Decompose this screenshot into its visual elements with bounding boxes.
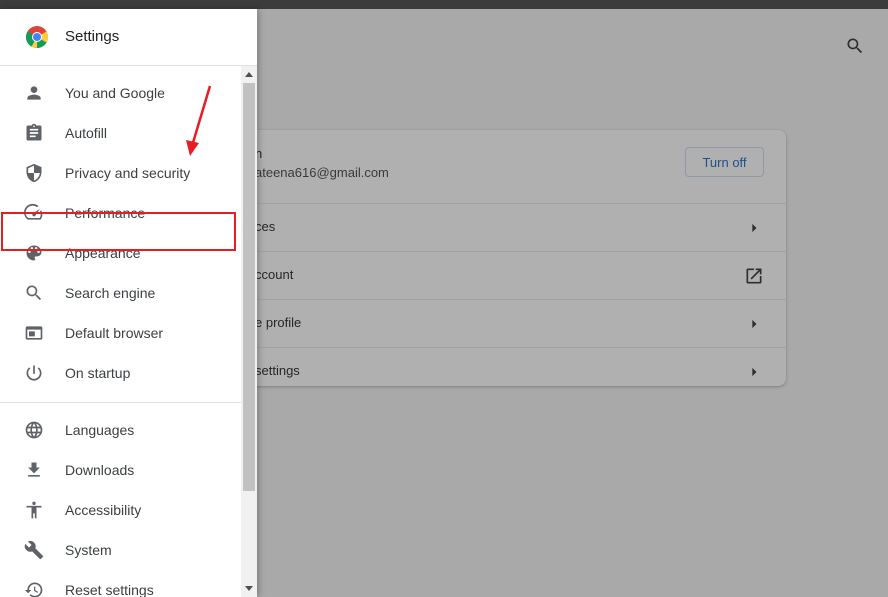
settings-nav: You and Google Autofill Privacy and secu… bbox=[0, 66, 241, 597]
globe-icon bbox=[25, 421, 43, 439]
chrome-logo-icon bbox=[26, 26, 48, 48]
person-icon bbox=[27, 86, 41, 100]
row-label: ccount bbox=[255, 267, 294, 282]
nav-label: You and Google bbox=[65, 85, 165, 101]
chrome-profile-row[interactable]: e profile bbox=[200, 299, 786, 348]
nav-item-languages[interactable]: Languages bbox=[0, 410, 241, 450]
row-label: e profile bbox=[255, 315, 302, 330]
nav-label: On startup bbox=[65, 365, 131, 381]
browser-window-icon bbox=[25, 326, 43, 340]
scroll-down-button[interactable] bbox=[241, 581, 257, 597]
nav-label: Search engine bbox=[65, 285, 156, 301]
drawer-title: Settings bbox=[65, 28, 120, 45]
row-label: ces bbox=[255, 219, 276, 234]
nav-item-privacy-and-security[interactable]: Privacy and security bbox=[0, 153, 241, 193]
nav-item-appearance[interactable]: Appearance bbox=[0, 233, 241, 273]
nav-label: Default browser bbox=[65, 325, 164, 341]
nav-item-reset-settings[interactable]: Reset settings bbox=[0, 570, 241, 597]
nav-item-default-browser[interactable]: Default browser bbox=[0, 313, 241, 353]
nav-item-accessibility[interactable]: Accessibility bbox=[0, 490, 241, 530]
row-label: settings bbox=[255, 363, 300, 378]
nav-label: Performance bbox=[65, 205, 146, 221]
google-account-row[interactable]: ccount bbox=[200, 251, 786, 300]
chevron-right-icon bbox=[752, 319, 757, 329]
import-settings-row[interactable]: settings bbox=[200, 347, 786, 396]
nav-item-performance[interactable]: Performance bbox=[0, 193, 241, 233]
nav-item-autofill[interactable]: Autofill bbox=[0, 113, 241, 153]
you-and-google-card: n ateena616@gmail.com Turn off ces ccoun… bbox=[200, 130, 786, 386]
scrollbar-thumb[interactable] bbox=[243, 83, 255, 491]
nav-label: Downloads bbox=[65, 462, 135, 478]
profile-row: n ateena616@gmail.com Turn off bbox=[200, 130, 786, 203]
sync-services-row[interactable]: ces bbox=[200, 203, 786, 252]
power-icon bbox=[26, 365, 42, 381]
nav-item-system[interactable]: System bbox=[0, 530, 241, 570]
nav-label: Languages bbox=[65, 422, 135, 438]
nav-label: Autofill bbox=[65, 125, 108, 141]
chevron-right-icon bbox=[752, 367, 757, 377]
chevron-right-icon bbox=[752, 223, 757, 233]
triangle-down-icon bbox=[245, 586, 253, 591]
history-icon bbox=[24, 582, 43, 597]
shield-icon bbox=[26, 163, 42, 183]
nav-item-on-startup[interactable]: On startup bbox=[0, 353, 241, 393]
nav-label: Accessibility bbox=[65, 502, 142, 518]
wrench-icon bbox=[24, 540, 44, 560]
search-button[interactable] bbox=[843, 34, 867, 58]
scroll-up-button[interactable] bbox=[241, 66, 257, 82]
nav-label: Privacy and security bbox=[65, 165, 191, 181]
nav-label: Appearance bbox=[65, 245, 141, 261]
nav-item-you-and-google[interactable]: You and Google bbox=[0, 73, 241, 113]
nav-label: System bbox=[65, 542, 112, 558]
palette-icon bbox=[26, 245, 42, 261]
drawer-header: Settings bbox=[0, 9, 257, 66]
triangle-up-icon bbox=[245, 72, 253, 77]
search-icon bbox=[847, 38, 863, 54]
download-icon bbox=[28, 462, 40, 477]
nav-label: Reset settings bbox=[65, 582, 154, 597]
nav-item-search-engine[interactable]: Search engine bbox=[0, 273, 241, 313]
external-link-icon bbox=[746, 268, 762, 284]
accessibility-icon bbox=[26, 501, 42, 519]
nav-item-downloads[interactable]: Downloads bbox=[0, 450, 241, 490]
drawer-scrollbar[interactable] bbox=[241, 66, 257, 597]
settings-drawer: Settings You and Google Autofill Privacy… bbox=[0, 9, 257, 597]
nav-divider bbox=[0, 402, 241, 403]
turn-off-sync-button[interactable]: Turn off bbox=[685, 147, 764, 177]
speedometer-icon bbox=[24, 203, 43, 220]
clipboard-icon bbox=[26, 123, 42, 141]
search-icon bbox=[26, 285, 42, 301]
profile-email: ateena616@gmail.com bbox=[255, 165, 389, 180]
